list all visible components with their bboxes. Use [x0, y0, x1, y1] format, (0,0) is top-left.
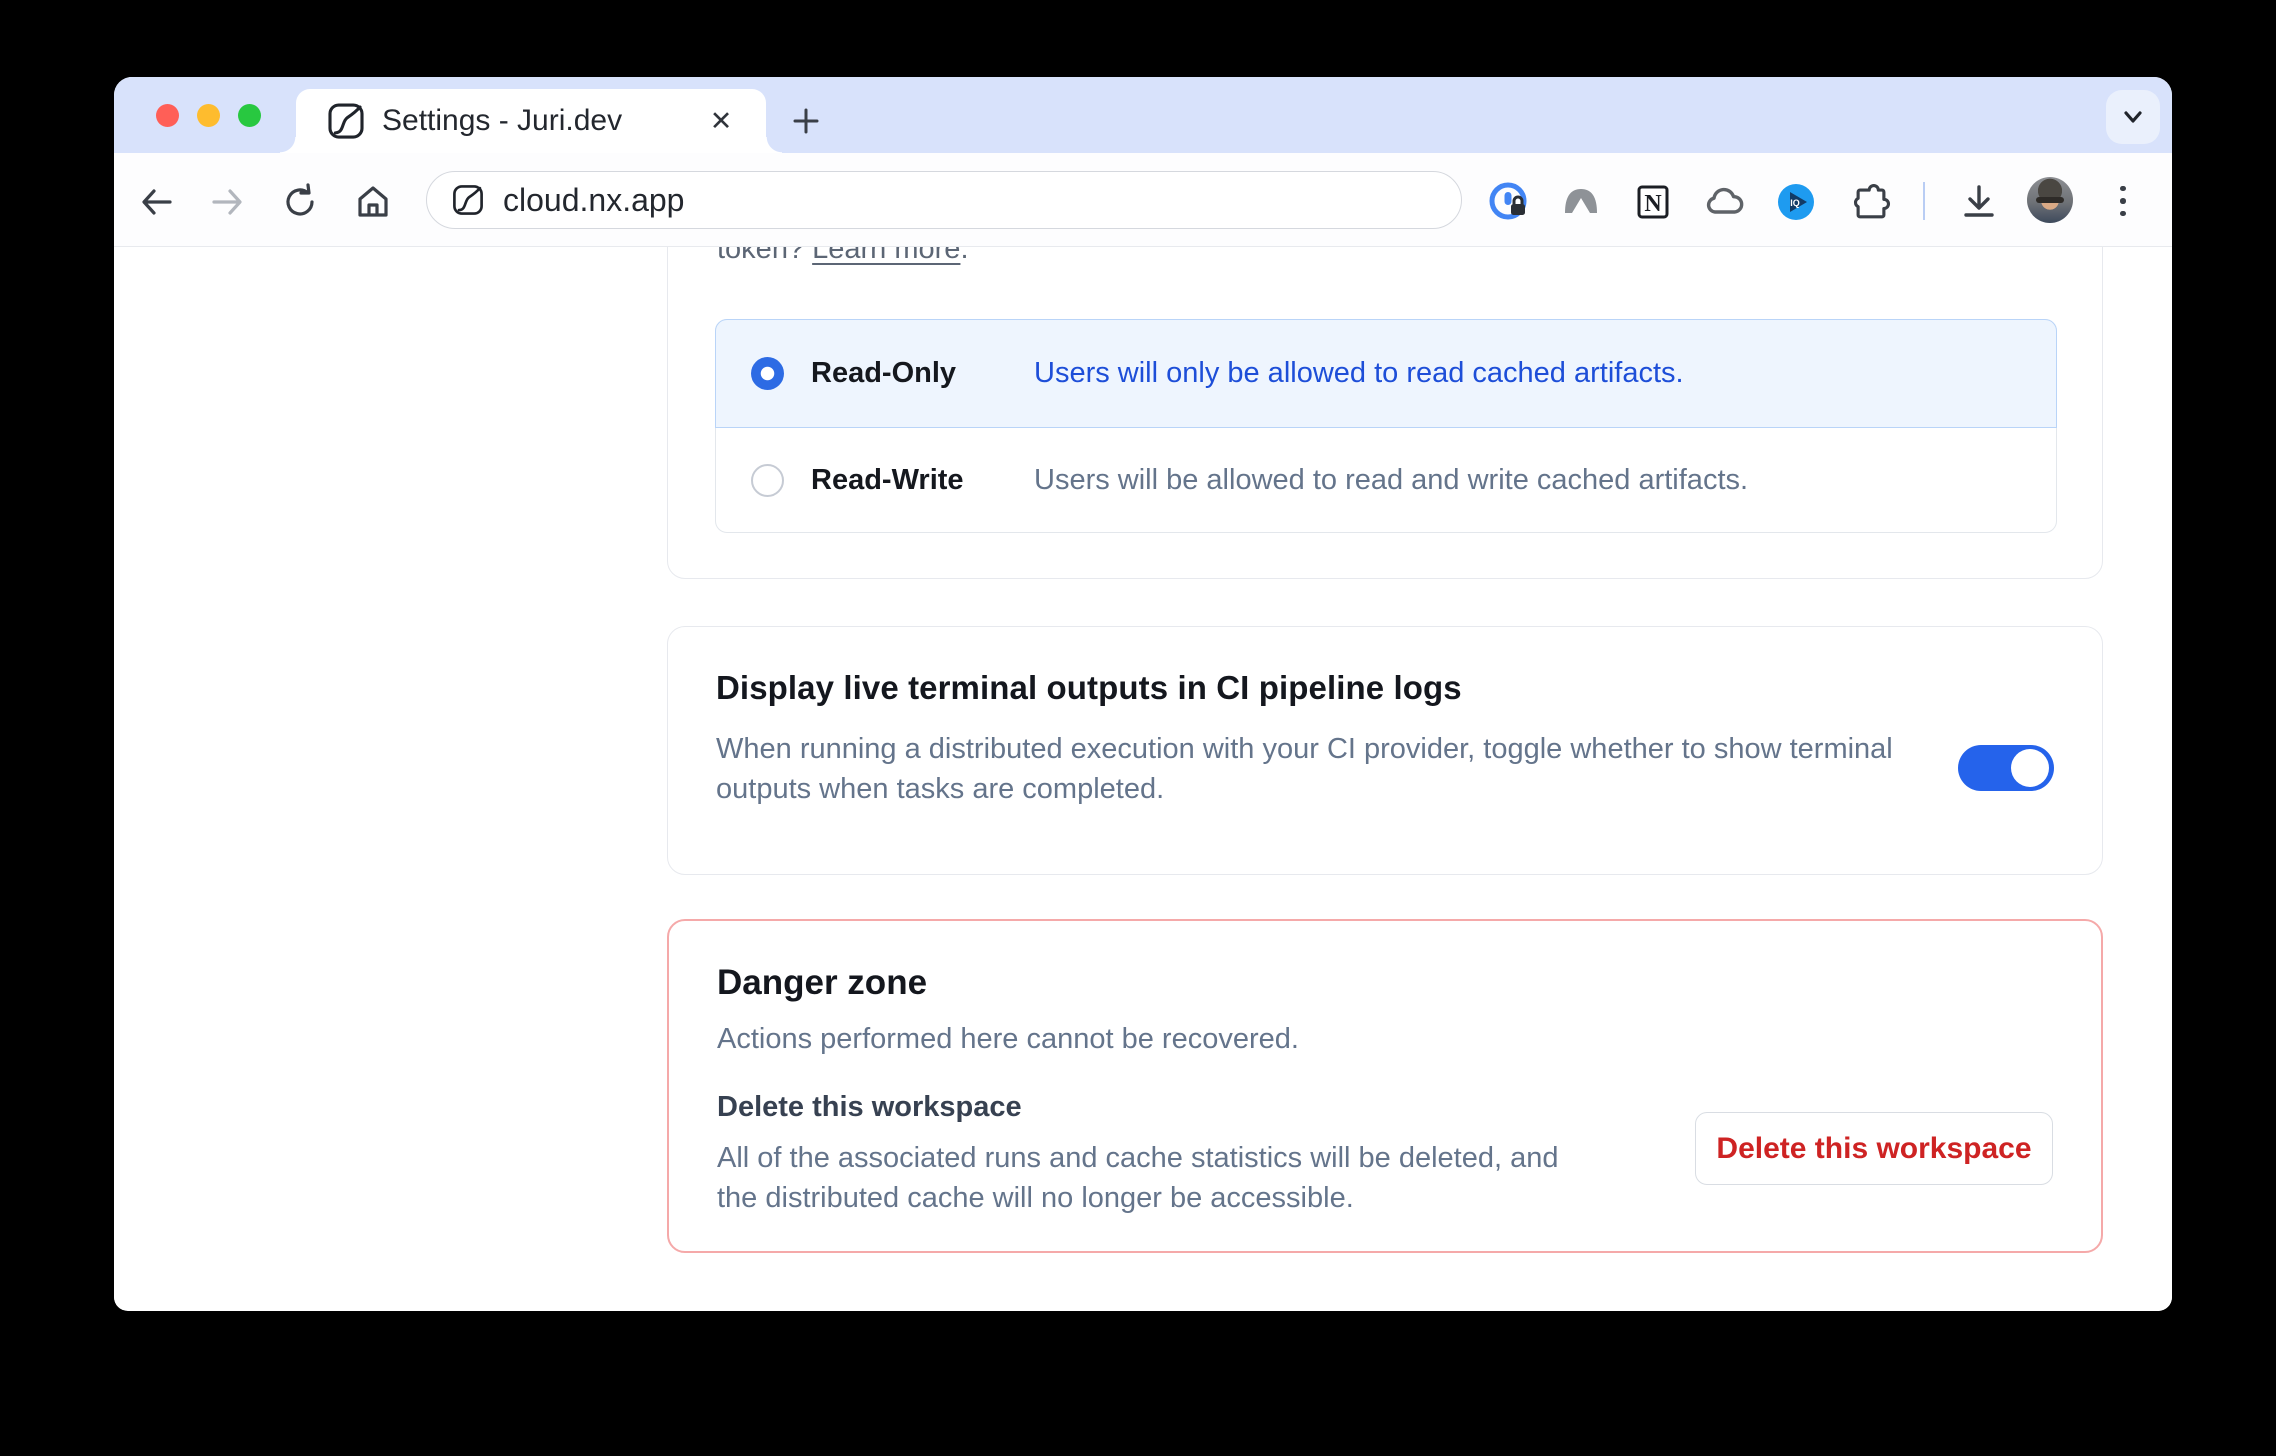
back-button[interactable]: [135, 180, 179, 224]
window-controls: [156, 104, 261, 127]
vpn-icon[interactable]: [1557, 178, 1605, 226]
minimize-window-button[interactable]: [197, 104, 220, 127]
reload-icon: [280, 182, 320, 222]
notion-icon[interactable]: N: [1629, 178, 1677, 226]
toggle-knob: [2011, 749, 2049, 787]
access-option-row[interactable]: Read-Write Users will be allowed to read…: [716, 428, 2056, 532]
terminal-card-title: Display live terminal outputs in CI pipe…: [716, 669, 2054, 707]
settings-page: token? Learn more. Read-Only Users will …: [114, 247, 2172, 1310]
tab-strip: Settings - Juri.dev ✕: [114, 77, 2172, 153]
forward-icon: [207, 182, 247, 222]
option-label: Read-Write: [811, 464, 1034, 497]
forward-button[interactable]: [205, 180, 249, 224]
plus-icon: [788, 103, 824, 139]
token-help-text: token? Learn more.: [717, 247, 969, 266]
browser-toolbar: cloud.nx.app N: [114, 153, 2172, 247]
terminal-card-description: When running a distributed execution wit…: [716, 729, 1926, 809]
svg-text:N: N: [1644, 191, 1662, 217]
zoom-window-button[interactable]: [238, 104, 261, 127]
kebab-menu-icon: [2120, 186, 2126, 192]
option-description: Users will be allowed to read and write …: [1034, 464, 1748, 497]
address-bar[interactable]: cloud.nx.app: [426, 171, 1462, 229]
nx-cloud-site-icon: [451, 183, 485, 217]
browser-menu-button[interactable]: [2114, 181, 2132, 221]
back-icon: [137, 182, 177, 222]
terminal-outputs-card: Display live terminal outputs in CI pipe…: [667, 626, 2103, 875]
video-player-icon[interactable]: IQ: [1772, 178, 1820, 226]
home-icon: [353, 182, 393, 222]
tab-search-button[interactable]: [2106, 90, 2160, 144]
cloud-icon[interactable]: [1700, 178, 1748, 226]
chevron-down-icon: [2118, 102, 2148, 132]
radio-unselected-icon[interactable]: [751, 464, 784, 497]
danger-zone-card: Danger zone Actions performed here canno…: [667, 919, 2103, 1253]
extensions-puzzle-icon[interactable]: [1846, 178, 1894, 226]
close-window-button[interactable]: [156, 104, 179, 127]
home-button[interactable]: [351, 180, 395, 224]
learn-more-link[interactable]: Learn more: [812, 247, 960, 265]
svg-text:IQ: IQ: [1790, 198, 1800, 208]
access-option-row[interactable]: Read-Only Users will only be allowed to …: [715, 319, 2057, 428]
option-description: Users will only be allowed to read cache…: [1034, 357, 1684, 390]
browser-window: Settings - Juri.dev ✕: [114, 77, 2172, 1311]
downloads-button[interactable]: [1955, 178, 2003, 226]
profile-avatar[interactable]: [2027, 177, 2073, 223]
tab-title: Settings - Juri.dev: [382, 104, 704, 138]
radio-selected-icon[interactable]: [751, 357, 784, 390]
desktop-background: Settings - Juri.dev ✕: [0, 0, 2276, 1456]
password-manager-icon[interactable]: [1485, 178, 1533, 226]
terminal-toggle[interactable]: [1958, 745, 2054, 791]
new-tab-button[interactable]: [780, 101, 832, 141]
toolbar-divider: [1923, 182, 1925, 220]
danger-zone-subtitle: Actions performed here cannot be recover…: [717, 1019, 2053, 1059]
reload-button[interactable]: [278, 180, 322, 224]
url-text: cloud.nx.app: [503, 182, 684, 219]
delete-workspace-button[interactable]: Delete this workspace: [1695, 1112, 2053, 1185]
option-label: Read-Only: [811, 357, 1034, 390]
access-scope-radio-group: Read-Only Users will only be allowed to …: [715, 319, 2057, 533]
danger-zone-title: Danger zone: [717, 963, 2053, 1003]
tab-settings[interactable]: Settings - Juri.dev ✕: [296, 89, 766, 153]
nx-cloud-favicon: [326, 101, 366, 141]
close-tab-icon[interactable]: ✕: [704, 104, 738, 138]
download-icon: [1958, 181, 2000, 223]
